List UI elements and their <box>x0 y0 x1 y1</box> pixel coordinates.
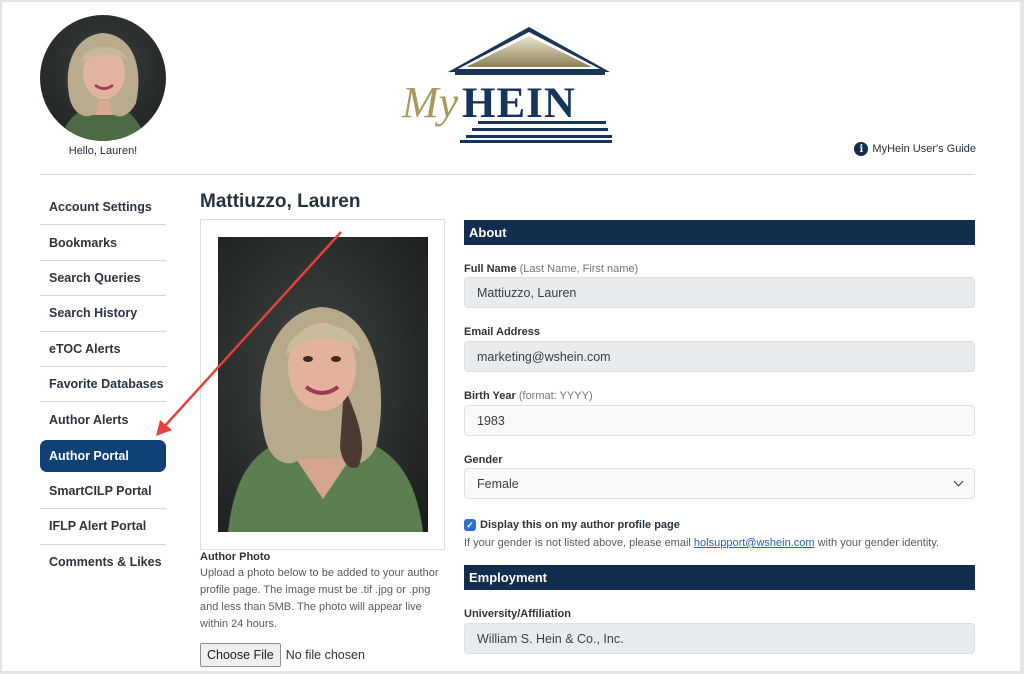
svg-text:My: My <box>401 78 459 127</box>
sidebar-item-author-alerts[interactable]: Author Alerts <box>40 402 166 437</box>
chevron-down-icon <box>953 476 964 487</box>
sidebar-item-bookmarks[interactable]: Bookmarks <box>40 225 166 261</box>
myhein-logo[interactable]: My HEIN <box>400 27 620 144</box>
gender-select[interactable]: Female <box>464 468 975 499</box>
info-circle-icon: i <box>854 142 869 156</box>
full-name-hint: (Last Name, First name) <box>519 263 639 275</box>
sidebar-item-favorite-databases[interactable]: Favorite Databases <box>40 367 166 403</box>
file-status-text: No file chosen <box>285 648 365 662</box>
sidebar-item-smartcilp-portal[interactable]: SmartCILP Portal <box>40 474 166 510</box>
sidebar-item-author-portal[interactable]: Author Portal <box>40 439 166 472</box>
sidebar-nav: Account Settings Bookmarks Search Querie… <box>40 190 166 580</box>
sidebar-item-comments-likes[interactable]: Comments & Likes <box>40 545 166 580</box>
employment-section-heading: Employment <box>464 565 975 590</box>
birth-year-label-text: Birth Year <box>464 390 516 402</box>
user-guide-link[interactable]: i MyHein User's Guide <box>854 142 976 156</box>
gender-label: Gender <box>464 454 503 466</box>
author-photo-card <box>200 219 445 550</box>
author-photo-description: Upload a photo below to be added to your… <box>200 567 439 630</box>
affiliation-field[interactable]: William S. Hein & Co., Inc. <box>464 623 975 654</box>
greeting-text: Hello, Lauren! <box>68 145 138 157</box>
user-avatar[interactable] <box>40 15 166 141</box>
affiliation-label: University/Affiliation <box>464 608 571 620</box>
sidebar-item-search-history[interactable]: Search History <box>40 296 166 332</box>
display-on-profile-label[interactable]: Display this on my author profile page <box>480 519 680 531</box>
display-on-profile-checkbox[interactable]: ✓ <box>464 519 476 531</box>
svg-text:HEIN: HEIN <box>462 80 576 127</box>
author-photo-label: Author Photo <box>200 551 271 563</box>
file-upload: Choose File No file chosen <box>200 643 365 667</box>
full-name-field[interactable]: Mattiuzzo, Lauren <box>464 277 975 308</box>
author-photo <box>218 237 428 532</box>
header-divider <box>40 174 975 175</box>
birth-year-label: Birth Year (format: YYYY) <box>464 390 593 402</box>
sidebar-item-etoc-alerts[interactable]: eTOC Alerts <box>40 332 166 367</box>
birth-year-hint: (format: YYYY) <box>518 390 593 402</box>
user-guide-label: MyHein User's Guide <box>872 143 976 155</box>
full-name-label: Full Name (Last Name, First name) <box>464 263 638 275</box>
sidebar-item-iflp-alert-portal[interactable]: IFLP Alert Portal <box>40 509 166 545</box>
display-on-profile-row: ✓ Display this on my author profile page <box>464 519 680 531</box>
about-section-heading: About <box>464 220 975 245</box>
email-label: Email Address <box>464 326 541 338</box>
gender-note-suffix: with your gender identity. <box>814 537 940 549</box>
email-field[interactable]: marketing@wshein.com <box>464 341 975 372</box>
choose-file-button[interactable]: Choose File <box>200 643 281 667</box>
author-name-title: Mattiuzzo, Lauren <box>200 191 361 212</box>
gender-selected-value: Female <box>477 476 519 491</box>
gender-note-prefix: If your gender is not listed above, plea… <box>464 537 694 549</box>
gender-note: If your gender is not listed above, plea… <box>464 537 939 549</box>
full-name-label-text: Full Name <box>464 263 517 275</box>
support-email-link[interactable]: holsupport@wshein.com <box>694 537 815 549</box>
sidebar-item-account-settings[interactable]: Account Settings <box>40 190 166 226</box>
sidebar-item-search-queries[interactable]: Search Queries <box>40 261 166 297</box>
birth-year-field[interactable]: 1983 <box>464 405 975 436</box>
